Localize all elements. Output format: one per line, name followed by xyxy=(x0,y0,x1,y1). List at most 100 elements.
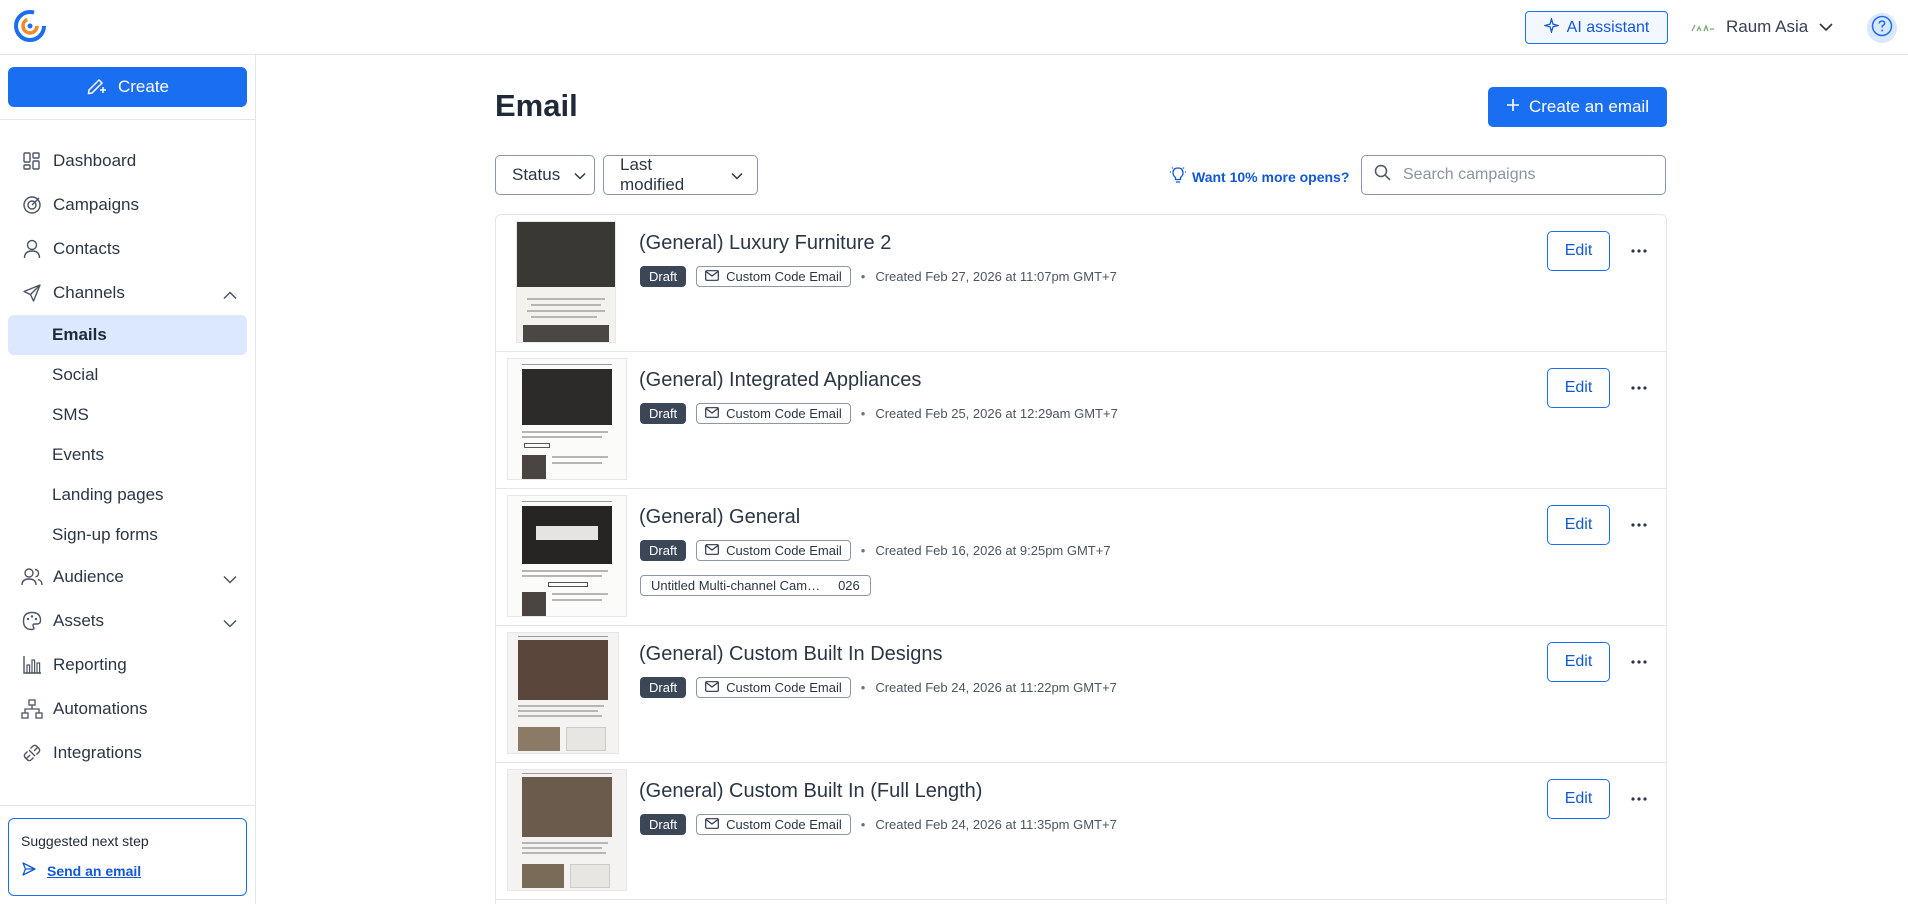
page-title: Email xyxy=(495,88,578,123)
sort-filter[interactable]: Last modified xyxy=(603,155,758,195)
person-icon xyxy=(21,238,43,260)
email-list: (General) Luxury Furniture 2 Draft Custo… xyxy=(495,214,1667,904)
more-options-icon[interactable] xyxy=(1624,787,1654,811)
created-date: Created Feb 16, 2026 at 9:25pm GMT+7 xyxy=(875,543,1111,558)
edit-button[interactable]: Edit xyxy=(1547,368,1610,408)
flow-icon xyxy=(21,698,43,720)
nav-item-channels[interactable]: Channels xyxy=(0,271,255,315)
sparkle-icon xyxy=(1542,16,1561,38)
email-title[interactable]: (General) Custom Built In Designs xyxy=(639,643,942,666)
top-bar: AI assistant Raum Asia xyxy=(0,0,1908,55)
account-name: Raum Asia xyxy=(1726,17,1809,36)
chevron-up-icon xyxy=(223,285,237,305)
nav-item-assets[interactable]: Assets xyxy=(0,599,255,643)
email-thumbnail[interactable] xyxy=(508,770,626,890)
email-meta: Draft Custom Code Email • Created Feb 24… xyxy=(640,677,1117,698)
nav-item-audience[interactable]: Audience xyxy=(0,555,255,599)
sidebar-item-landing-pages[interactable]: Landing pages xyxy=(8,475,247,515)
sidebar-item-social[interactable]: Social xyxy=(8,355,247,395)
sidebar-item-sms[interactable]: SMS xyxy=(8,395,247,435)
list-item[interactable]: (General) Custom Built In (Full Length) … xyxy=(496,763,1666,900)
email-title[interactable]: (General) Custom Built In (Full Length) xyxy=(639,780,982,803)
email-type-badge: Custom Code Email xyxy=(696,403,851,424)
nav-item-contacts[interactable]: Contacts xyxy=(0,227,255,271)
list-item[interactable]: (General) Custom Built In Designs Draft … xyxy=(496,626,1666,763)
sidebar-item-signup-forms[interactable]: Sign-up forms xyxy=(8,515,247,555)
edit-button[interactable]: Edit xyxy=(1547,642,1610,682)
sidebar: Create Dashboard Campaigns Contacts Chan… xyxy=(0,55,256,904)
email-meta: Draft Custom Code Email • Created Feb 16… xyxy=(640,540,1111,561)
account-logo-icon xyxy=(1690,19,1716,35)
email-type-label: Custom Code Email xyxy=(726,680,842,695)
email-type-label: Custom Code Email xyxy=(726,817,842,832)
list-item[interactable]: (General) Integrated Appliances Draft Cu… xyxy=(496,352,1666,489)
email-title[interactable]: (General) Luxury Furniture 2 xyxy=(639,232,891,255)
list-item[interactable]: (General) Luxury Furniture 2 Draft Custo… xyxy=(496,215,1666,352)
pencil-plus-icon xyxy=(86,75,108,100)
sidebar-item-events[interactable]: Events xyxy=(8,435,247,475)
separator-dot: • xyxy=(860,543,866,558)
more-options-icon[interactable] xyxy=(1624,513,1654,537)
chevron-down-icon xyxy=(223,569,237,589)
nav-item-automations[interactable]: Automations xyxy=(0,687,255,731)
nav-item-integrations[interactable]: Integrations xyxy=(0,731,255,775)
email-thumbnail[interactable] xyxy=(508,359,626,479)
email-title[interactable]: (General) Integrated Appliances xyxy=(639,369,921,392)
account-switcher[interactable]: Raum Asia xyxy=(1690,12,1834,42)
status-filter-label: Status xyxy=(512,165,561,184)
more-options-icon[interactable] xyxy=(1624,239,1654,263)
plus-icon xyxy=(1506,97,1520,117)
email-thumbnail[interactable] xyxy=(517,222,615,342)
edit-button[interactable]: Edit xyxy=(1547,231,1610,271)
help-button[interactable] xyxy=(1867,13,1897,43)
nav-label: Audience xyxy=(53,567,124,586)
email-thumbnail[interactable] xyxy=(508,633,618,753)
envelope-icon xyxy=(705,543,720,558)
divider xyxy=(0,805,255,806)
nav-item-campaigns[interactable]: Campaigns xyxy=(0,183,255,227)
envelope-icon xyxy=(705,680,720,695)
more-options-icon[interactable] xyxy=(1624,650,1654,674)
list-item[interactable]: (General) General Draft Custom Code Emai… xyxy=(496,489,1666,626)
create-email-button[interactable]: Create an email xyxy=(1488,87,1667,127)
nav-label: Dashboard xyxy=(53,151,137,170)
sort-filter-label: Last modified xyxy=(620,155,685,194)
main-nav: Dashboard Campaigns Contacts Channels Em… xyxy=(0,139,255,775)
open-rate-tip-link[interactable]: Want 10% more opens? xyxy=(1170,166,1349,187)
create-button[interactable]: Create xyxy=(8,67,247,107)
chevron-down-icon xyxy=(574,165,586,185)
envelope-icon xyxy=(705,406,720,421)
edit-button[interactable]: Edit xyxy=(1547,505,1610,545)
email-thumbnail[interactable] xyxy=(508,496,626,616)
lightbulb-icon xyxy=(1170,166,1186,187)
more-options-icon[interactable] xyxy=(1624,376,1654,400)
send-email-link[interactable]: Send an email xyxy=(21,861,234,880)
search-icon xyxy=(1374,164,1391,186)
email-meta: Draft Custom Code Email • Created Feb 25… xyxy=(640,403,1118,424)
edit-button[interactable]: Edit xyxy=(1547,779,1610,819)
chevron-down-icon xyxy=(731,165,743,185)
campaign-name: Untitled Multi-channel Cam… xyxy=(651,578,821,593)
email-type-badge: Custom Code Email xyxy=(696,814,851,835)
separator-dot: • xyxy=(860,680,866,695)
help-icon xyxy=(1871,15,1893,42)
send-icon xyxy=(21,861,37,880)
nav-label: Campaigns xyxy=(53,195,139,214)
search-input[interactable] xyxy=(1403,166,1653,184)
email-title[interactable]: (General) General xyxy=(639,506,800,529)
campaign-tag[interactable]: Untitled Multi-channel Cam… 026 xyxy=(640,575,871,596)
plug-icon xyxy=(21,742,43,764)
nav-item-reporting[interactable]: Reporting xyxy=(0,643,255,687)
status-filter[interactable]: Status xyxy=(495,155,595,195)
nav-label: Automations xyxy=(53,699,148,718)
email-type-badge: Custom Code Email xyxy=(696,677,851,698)
status-badge: Draft xyxy=(640,677,687,698)
ai-assistant-button[interactable]: AI assistant xyxy=(1525,11,1668,44)
email-type-label: Custom Code Email xyxy=(726,269,842,284)
search-box xyxy=(1361,155,1666,195)
email-type-badge: Custom Code Email xyxy=(696,266,851,287)
app-logo-icon[interactable] xyxy=(13,9,47,43)
palette-icon xyxy=(21,610,43,632)
sidebar-item-emails[interactable]: Emails xyxy=(8,315,247,355)
nav-item-dashboard[interactable]: Dashboard xyxy=(0,139,255,183)
